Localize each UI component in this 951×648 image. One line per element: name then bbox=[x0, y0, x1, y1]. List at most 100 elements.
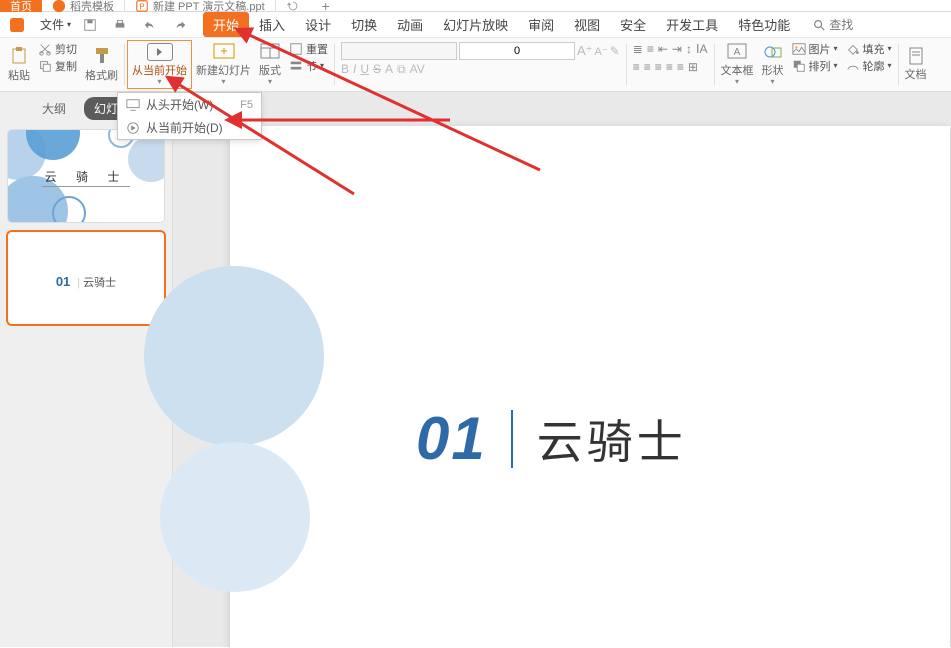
paste-icon bbox=[9, 46, 29, 66]
font-family-input[interactable] bbox=[341, 42, 457, 60]
qat-print[interactable] bbox=[107, 16, 133, 34]
layout-icon bbox=[260, 43, 280, 61]
slideshow-dropdown: 从头开始(W) F5 从当前开始(D) bbox=[117, 92, 262, 140]
font-color-button[interactable]: A bbox=[385, 62, 393, 77]
section-icon bbox=[289, 59, 303, 73]
columns-button[interactable]: ⊞ bbox=[688, 60, 698, 74]
shapes-icon bbox=[763, 43, 783, 61]
slide-thumb-2[interactable]: 01|云骑士 bbox=[8, 232, 164, 324]
outline-tab[interactable]: 大纲 bbox=[32, 97, 76, 120]
ribbon-tab-view[interactable]: 视图 bbox=[564, 12, 610, 37]
align-left-button[interactable]: ≡ bbox=[633, 60, 640, 74]
highlight-button[interactable]: ⧉ bbox=[397, 62, 406, 77]
align-justify-button[interactable]: ≡ bbox=[666, 60, 673, 74]
ribbon-tab-transition[interactable]: 切换 bbox=[341, 12, 387, 37]
picture-button[interactable]: 图片 ▾ bbox=[792, 40, 838, 57]
underline-button[interactable]: U bbox=[360, 62, 369, 77]
tab-history[interactable] bbox=[276, 0, 310, 12]
copy-button[interactable]: 复制 bbox=[38, 57, 77, 74]
menubar: 文件 ▾ 开始 插入 设计 切换 动画 幻灯片放映 审阅 视图 安全 开发工具 … bbox=[0, 12, 951, 38]
file-menu[interactable]: 文件 ▾ bbox=[34, 14, 73, 35]
numbering-button[interactable]: ≡ bbox=[647, 42, 654, 56]
paste-label: 粘贴 bbox=[8, 67, 30, 83]
ppt-icon: P bbox=[135, 0, 149, 12]
cut-icon bbox=[38, 42, 52, 56]
layout-label: 版式 bbox=[259, 62, 281, 78]
print-icon bbox=[113, 18, 127, 32]
strike-button[interactable]: S bbox=[373, 62, 381, 77]
increase-font-button[interactable]: A⁺ bbox=[577, 43, 593, 59]
textbox-label: 文本框 bbox=[721, 62, 754, 78]
layout-button[interactable]: 版式 ▾ bbox=[255, 40, 285, 89]
app-menu[interactable] bbox=[4, 16, 30, 34]
shapes-button[interactable]: 形状 ▾ bbox=[758, 40, 788, 89]
slideshow-from-current-button[interactable]: 从当前开始 ▾ bbox=[127, 40, 192, 89]
align-center-button[interactable]: ≡ bbox=[644, 60, 651, 74]
format-painter-button[interactable]: 格式刷 bbox=[81, 40, 122, 89]
section-button[interactable]: 节 ▾ bbox=[289, 57, 328, 74]
history-icon bbox=[286, 0, 300, 12]
outline-icon bbox=[846, 59, 860, 73]
textbox-button[interactable]: A 文本框 ▾ bbox=[717, 40, 758, 89]
undo-icon bbox=[143, 18, 157, 32]
outline-button[interactable]: 轮廓 ▾ bbox=[846, 57, 892, 74]
search-button[interactable]: 查找 bbox=[812, 16, 853, 33]
shapes-label: 形状 bbox=[762, 62, 784, 78]
decrease-font-button[interactable]: A⁻ bbox=[595, 45, 608, 58]
fill-button[interactable]: 填充 ▾ bbox=[846, 40, 892, 57]
slide-thumb-1[interactable]: 云 骑 士 bbox=[8, 130, 164, 222]
arrange-button[interactable]: 排列 ▾ bbox=[792, 57, 838, 74]
bullets-button[interactable]: ≣ bbox=[633, 42, 643, 56]
picture-icon bbox=[792, 42, 806, 56]
play-icon bbox=[147, 43, 173, 61]
ribbon-tab-slideshow[interactable]: 幻灯片放映 bbox=[433, 12, 518, 37]
doc-assist-button[interactable]: 文档 bbox=[901, 40, 931, 89]
qat-undo[interactable] bbox=[137, 16, 163, 34]
ribbon-tab-design[interactable]: 设计 bbox=[295, 12, 341, 37]
ribbon-tab-special[interactable]: 特色功能 bbox=[728, 12, 800, 37]
document-tabs: 首页 稻壳模板 P 新建 PPT 演示文稿.ppt + bbox=[0, 0, 951, 12]
copy-icon bbox=[38, 59, 52, 73]
arrange-icon bbox=[792, 59, 806, 73]
ribbon-tab-devtools[interactable]: 开发工具 bbox=[656, 12, 728, 37]
kerning-button[interactable]: AV bbox=[410, 62, 425, 77]
cut-button[interactable]: 剪切 bbox=[38, 40, 77, 57]
fill-icon bbox=[846, 42, 860, 56]
from-current-label: 从当前开始 bbox=[132, 62, 187, 78]
ribbon-tab-animation[interactable]: 动画 bbox=[387, 12, 433, 37]
brush-icon bbox=[92, 46, 112, 66]
tab-template[interactable]: 稻壳模板 bbox=[42, 0, 125, 12]
ribbon-tab-review[interactable]: 审阅 bbox=[518, 12, 564, 37]
new-slide-button[interactable]: 新建幻灯片 ▾ bbox=[192, 40, 255, 89]
from-start-item[interactable]: 从头开始(W) F5 bbox=[118, 93, 261, 116]
qat-redo[interactable] bbox=[167, 16, 193, 34]
new-slide-icon bbox=[213, 43, 235, 61]
qat-save[interactable] bbox=[77, 16, 103, 34]
bold-button[interactable]: B bbox=[341, 62, 349, 77]
text-dir-button[interactable]: ⅠA bbox=[696, 42, 708, 56]
svg-text:P: P bbox=[139, 2, 144, 11]
indent-dec-button[interactable]: ⇤ bbox=[658, 42, 668, 56]
doc-assist-icon bbox=[907, 47, 925, 65]
line-spacing-button[interactable]: ↕ bbox=[686, 42, 692, 56]
reset-button[interactable]: 重置 bbox=[289, 40, 328, 57]
clear-format-button[interactable]: ✎ bbox=[610, 44, 620, 58]
font-size-input[interactable] bbox=[459, 42, 575, 60]
from-start-shortcut: F5 bbox=[240, 99, 253, 111]
play-circle-icon bbox=[126, 121, 140, 135]
from-current-item[interactable]: 从当前开始(D) bbox=[118, 116, 261, 139]
ribbon: 粘贴 剪切 复制 格式刷 从当前开始 ▾ 新建幻灯片 ▾ 版式 ▾ 重置 节 ▾… bbox=[0, 38, 951, 92]
align-dist-button[interactable]: ≡ bbox=[677, 60, 684, 74]
indent-inc-button[interactable]: ⇥ bbox=[672, 42, 682, 56]
align-right-button[interactable]: ≡ bbox=[655, 60, 662, 74]
current-slide[interactable]: 01 云骑士 bbox=[230, 126, 950, 648]
ribbon-tabs: 开始 插入 设计 切换 动画 幻灯片放映 审阅 视图 安全 开发工具 特色功能 bbox=[203, 12, 800, 37]
italic-button[interactable]: I bbox=[353, 62, 356, 77]
ribbon-tab-insert[interactable]: 插入 bbox=[249, 12, 295, 37]
tab-home[interactable]: 首页 bbox=[0, 0, 42, 12]
ribbon-tab-start[interactable]: 开始 bbox=[203, 12, 249, 37]
format-painter-label: 格式刷 bbox=[85, 67, 118, 83]
paste-button[interactable]: 粘贴 bbox=[4, 40, 34, 89]
tab-document[interactable]: P 新建 PPT 演示文稿.ppt bbox=[125, 0, 276, 12]
ribbon-tab-security[interactable]: 安全 bbox=[610, 12, 656, 37]
